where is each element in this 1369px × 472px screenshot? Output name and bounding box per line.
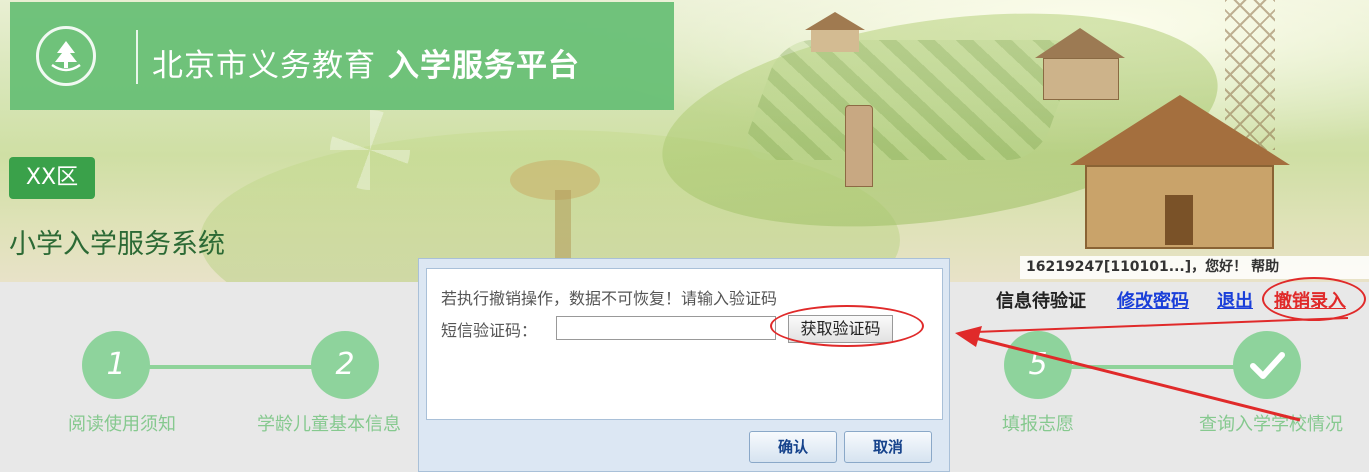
annotation-arrow xyxy=(955,317,1349,422)
